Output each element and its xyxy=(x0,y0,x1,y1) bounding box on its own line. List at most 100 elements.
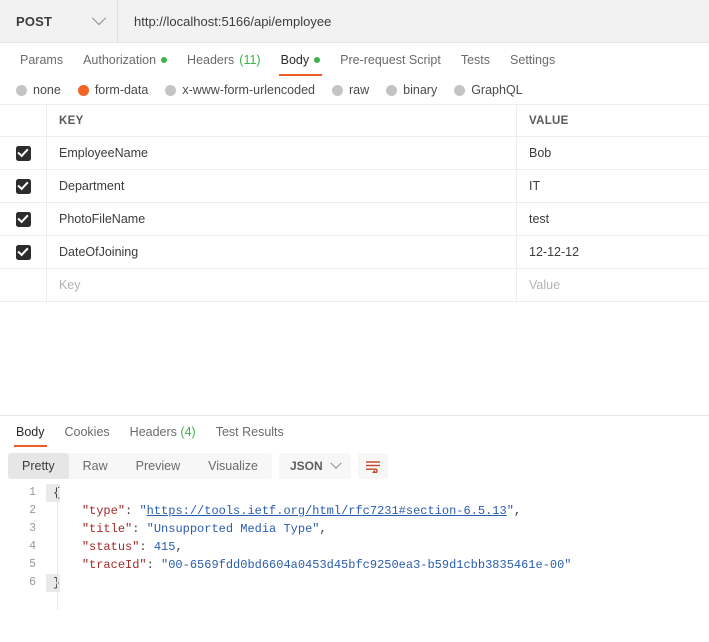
column-header-key: KEY xyxy=(47,105,517,136)
body-type-binary-label: binary xyxy=(403,83,438,97)
code-content: "type": "https://tools.ietf.org/html/rfc… xyxy=(81,504,522,518)
row-checkbox-cell[interactable] xyxy=(0,236,47,268)
response-tab-body-label: Body xyxy=(16,425,45,439)
response-tab-headers-label: Headers xyxy=(129,425,177,439)
response-panel: Body Cookies Headers (4) Test Results Pr… xyxy=(0,415,709,610)
table-row: EmployeeName Bob xyxy=(0,137,709,170)
code-line: 1 { xyxy=(0,484,709,502)
http-method-select[interactable]: POST xyxy=(0,0,118,42)
checkbox-checked-icon[interactable] xyxy=(15,145,31,161)
json-url-value[interactable]: https://tools.ietf.org/html/rfc7231#sect… xyxy=(147,504,507,518)
row-key-input[interactable]: EmployeeName xyxy=(47,137,517,169)
body-type-none[interactable]: none xyxy=(16,83,61,97)
tab-body[interactable]: Body xyxy=(271,53,331,76)
body-type-urlencoded[interactable]: x-www-form-urlencoded xyxy=(165,83,315,97)
row-key-input[interactable]: Department xyxy=(47,170,517,202)
response-tab-cookies[interactable]: Cookies xyxy=(55,425,120,447)
view-mode-segmented-control: Pretty Raw Preview Visualize xyxy=(8,452,272,479)
view-mode-preview[interactable]: Preview xyxy=(122,453,194,479)
response-code-viewer[interactable]: 1 { 2 "type": "https://tools.ietf.org/ht… xyxy=(0,484,709,610)
tab-pre-request-script[interactable]: Pre-request Script xyxy=(330,53,451,76)
chevron-down-icon xyxy=(329,457,342,469)
body-type-binary[interactable]: binary xyxy=(386,83,437,97)
checkbox-checked-icon[interactable] xyxy=(15,244,31,260)
row-value-input[interactable]: IT xyxy=(517,170,709,202)
checkbox-checked-icon[interactable] xyxy=(15,178,31,194)
request-body-empty-area xyxy=(0,302,709,415)
response-tab-headers-count: (4) xyxy=(180,425,196,439)
wrap-text-icon xyxy=(365,460,380,473)
new-row-key-input[interactable]: Key xyxy=(47,269,517,301)
wrap-text-button[interactable] xyxy=(357,452,388,479)
gutter-divider xyxy=(57,484,58,610)
status-dot-icon xyxy=(314,57,321,63)
row-value-input[interactable]: 12-12-12 xyxy=(517,236,709,268)
code-content: } xyxy=(46,574,61,592)
response-tab-test-results[interactable]: Test Results xyxy=(206,425,294,447)
row-key-input[interactable]: DateOfJoining xyxy=(47,236,517,268)
code-line: 5 "traceId": "00-6569fdd0bd6604a0453d45b… xyxy=(0,556,709,574)
json-key: "status" xyxy=(81,540,140,554)
status-dot-icon xyxy=(161,57,168,63)
tab-body-label: Body xyxy=(280,53,310,67)
view-mode-visualize[interactable]: Visualize xyxy=(194,453,272,479)
radio-icon xyxy=(454,84,466,96)
line-number: 1 xyxy=(29,486,36,499)
new-row-checkbox-cell xyxy=(0,269,47,301)
tab-tests-label: Tests xyxy=(460,53,491,67)
tab-settings[interactable]: Settings xyxy=(500,53,565,76)
tab-headers[interactable]: Headers (11) xyxy=(177,53,271,76)
code-line: 3 "title": "Unsupported Media Type", xyxy=(0,520,709,538)
response-tab-test-results-label: Test Results xyxy=(215,425,284,439)
radio-icon xyxy=(332,84,343,96)
code-line: 4 "status": 415, xyxy=(0,538,709,556)
line-number: 2 xyxy=(29,504,36,517)
url-input[interactable]: http://localhost:5166/api/employee xyxy=(118,0,709,42)
header-check-cell xyxy=(0,105,47,136)
body-type-raw[interactable]: raw xyxy=(332,83,369,97)
body-type-form-data[interactable]: form-data xyxy=(77,83,148,97)
response-tab-headers[interactable]: Headers (4) xyxy=(120,425,206,447)
tab-params[interactable]: Params xyxy=(10,53,73,76)
tab-authorization[interactable]: Authorization xyxy=(73,53,177,76)
table-row-new: Key Value xyxy=(0,269,709,302)
json-key: "type" xyxy=(81,504,126,518)
line-number: 3 xyxy=(29,522,36,535)
code-content: { xyxy=(46,484,61,502)
body-type-graphql[interactable]: GraphQL xyxy=(454,83,523,97)
new-row-value-input[interactable]: Value xyxy=(517,269,709,301)
response-tab-body[interactable]: Body xyxy=(6,425,55,447)
code-content: "status": 415, xyxy=(81,540,183,554)
code-line: 2 "type": "https://tools.ietf.org/html/r… xyxy=(0,502,709,520)
radio-selected-icon xyxy=(77,84,89,96)
radio-icon xyxy=(165,84,177,96)
row-value-input[interactable]: Bob xyxy=(517,137,709,169)
response-view-toolbar: Pretty Raw Preview Visualize JSON xyxy=(0,447,709,484)
row-checkbox-cell[interactable] xyxy=(0,170,47,202)
body-type-none-label: none xyxy=(33,83,61,97)
row-key-input[interactable]: PhotoFileName xyxy=(47,203,517,235)
line-number: 4 xyxy=(29,540,36,553)
response-format-select[interactable]: JSON xyxy=(278,452,351,479)
json-string-value: "Unsupported Media Type" xyxy=(146,522,320,536)
view-mode-pretty[interactable]: Pretty xyxy=(8,452,69,479)
body-type-raw-label: raw xyxy=(349,83,370,97)
response-tab-bar: Body Cookies Headers (4) Test Results xyxy=(0,416,709,447)
body-type-radio-group: none form-data x-www-form-urlencoded raw… xyxy=(0,76,709,104)
row-checkbox-cell[interactable] xyxy=(0,203,47,235)
code-content: "traceId": "00-6569fdd0bd6604a0453d45bfc… xyxy=(81,558,572,572)
radio-icon xyxy=(16,84,27,96)
json-key: "traceId" xyxy=(81,558,147,572)
code-line: 6 } xyxy=(0,574,709,592)
json-string-value: "00-6569fdd0bd6604a0453d45bfc9250ea3-b59… xyxy=(161,558,572,572)
tab-tests[interactable]: Tests xyxy=(451,53,500,76)
tab-authorization-label: Authorization xyxy=(83,53,157,67)
tab-headers-label: Headers xyxy=(187,53,235,67)
row-value-input[interactable]: test xyxy=(517,203,709,235)
checkbox-checked-icon[interactable] xyxy=(15,211,31,227)
view-mode-raw[interactable]: Raw xyxy=(69,453,122,479)
request-tab-bar: Params Authorization Headers (11) Body P… xyxy=(0,43,709,76)
request-url-bar: POST http://localhost:5166/api/employee xyxy=(0,0,709,43)
row-checkbox-cell[interactable] xyxy=(0,137,47,169)
column-header-value: VALUE xyxy=(529,114,569,127)
